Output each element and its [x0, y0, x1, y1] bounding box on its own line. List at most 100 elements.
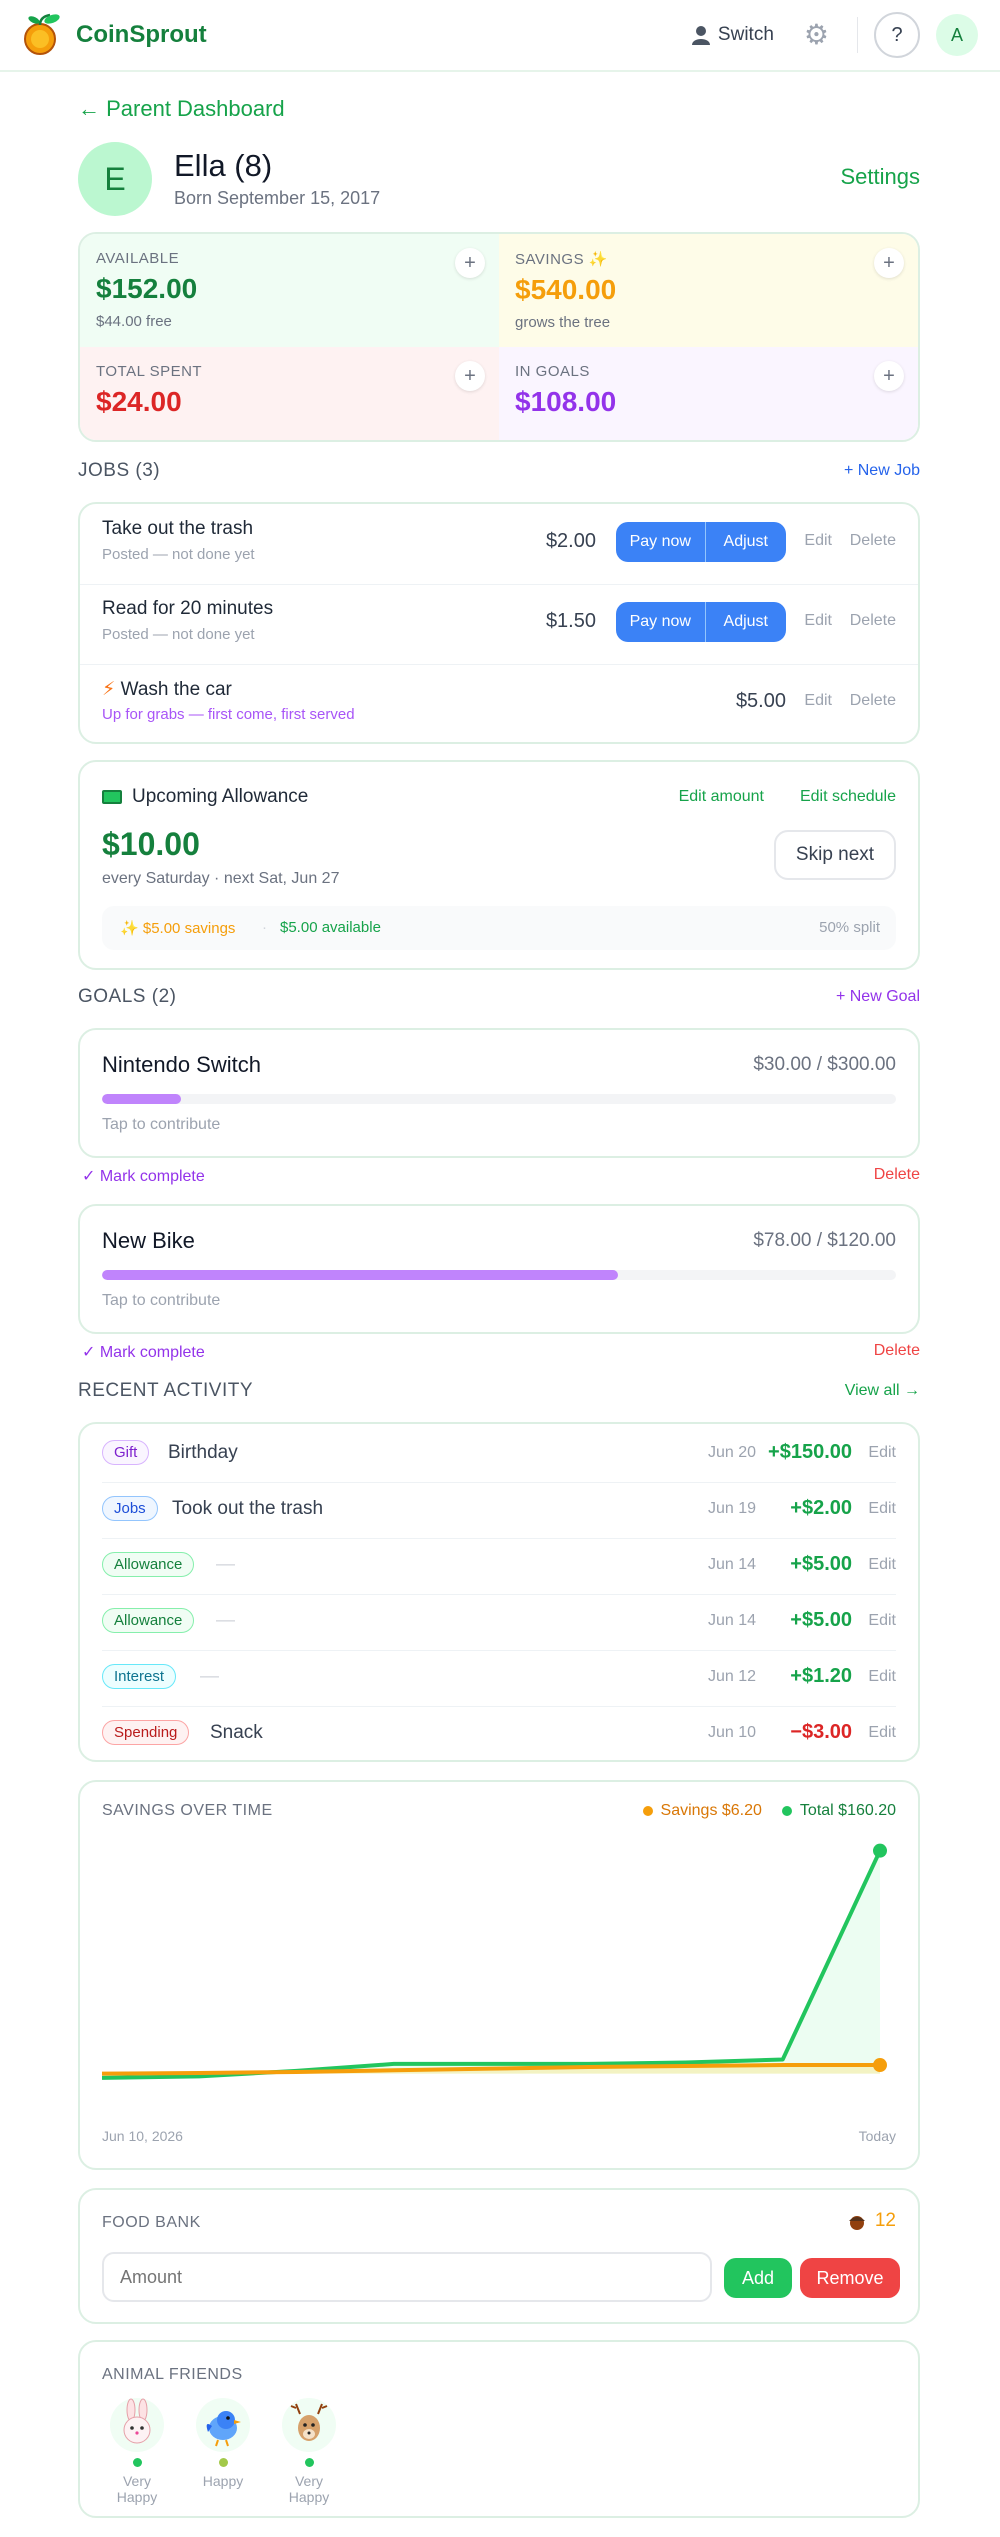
mood-dot: [218, 2458, 228, 2467]
job-status: Posted — not done yet: [102, 626, 255, 643]
mood-dot: [304, 2458, 314, 2467]
acorn-icon: [848, 2216, 865, 2230]
goal-progress-text: $30.00 / $300.00: [753, 1054, 896, 1075]
adjust-button[interactable]: Adjust: [706, 522, 786, 562]
stat-value: $540.00: [515, 274, 617, 305]
total-area: [102, 1850, 880, 2078]
job-item: ⚡ Wash the car Up for grabs — first come…: [102, 664, 896, 744]
animal-friend[interactable]: Very Happy: [102, 2398, 172, 2505]
job-status: Up for grabs — first come, first served: [102, 706, 355, 723]
activity-desc: —: [200, 1666, 219, 1687]
avatar[interactable]: A: [936, 14, 978, 56]
stat-value: $108.00: [515, 386, 617, 417]
animal-friend[interactable]: Very Happy: [274, 2398, 344, 2505]
stat-savings[interactable]: SAVINGS ✨ $540.00 grows the tree +: [499, 234, 918, 347]
new-goal-button[interactable]: + New Goal: [836, 988, 920, 1006]
add-available-button[interactable]: +: [455, 248, 485, 278]
adjust-button[interactable]: Adjust: [706, 602, 786, 642]
stat-sub: $44.00 free: [96, 313, 172, 330]
edit-activity-link[interactable]: Edit: [868, 1668, 896, 1686]
animal-friends-title: ANIMAL FRIENDS: [102, 2366, 243, 2383]
goal-progress-text: $78.00 / $120.00: [753, 1230, 896, 1251]
goals-header: GOALS (2) + New Goal: [78, 986, 920, 1008]
allowance-schedule: every Saturday · next Sat, Jun 27: [102, 870, 340, 887]
bunny-icon: [110, 2398, 164, 2452]
switch-user-button[interactable]: Switch: [691, 24, 774, 46]
activity-row[interactable]: Allowance — Jun 14 +$5.00 Edit: [102, 1538, 896, 1594]
goal-card[interactable]: New Bike $78.00 / $120.00 Tap to contrib…: [78, 1204, 920, 1334]
delete-goal-link[interactable]: Delete: [874, 1342, 920, 1360]
child-profile-header: E Ella (8) Born September 15, 2017 Setti…: [78, 142, 920, 216]
activity-row[interactable]: Spending Snack Jun 10 −$3.00 Edit: [102, 1706, 896, 1762]
activity-row[interactable]: Allowance — Jun 14 +$5.00 Edit: [102, 1594, 896, 1650]
pay-now-button[interactable]: Pay now: [616, 602, 706, 642]
activity-row[interactable]: Gift Birthday Jun 20 +$150.00 Edit: [102, 1426, 896, 1482]
edit-amount-link[interactable]: Edit amount: [679, 788, 764, 806]
edit-activity-link[interactable]: Edit: [868, 1500, 896, 1518]
food-amount-input[interactable]: [102, 2252, 712, 2302]
goal-card[interactable]: Nintendo Switch $30.00 / $300.00 Tap to …: [78, 1028, 920, 1158]
activity-row[interactable]: Jobs Took out the trash Jun 19 +$2.00 Ed…: [102, 1482, 896, 1538]
savings-line-chart: [102, 1843, 887, 2080]
child-birthdate: Born September 15, 2017: [174, 188, 381, 208]
delete-job-link[interactable]: Delete: [850, 692, 896, 710]
add-food-button[interactable]: Add: [724, 2258, 792, 2298]
stat-label: SAVINGS ✨: [515, 251, 608, 268]
edit-job-link[interactable]: Edit: [804, 692, 832, 710]
activity-date: Jun 10: [707, 1724, 756, 1741]
animal-friend[interactable]: Happy: [188, 2398, 258, 2489]
activity-desc: Birthday: [168, 1442, 238, 1463]
activity-amount: +$5.00: [790, 1609, 852, 1631]
delete-goal-link[interactable]: Delete: [874, 1166, 920, 1184]
legend-savings: Savings $6.20: [642, 1802, 762, 1820]
gear-icon[interactable]: ⚙: [804, 21, 829, 49]
delete-job-link[interactable]: Delete: [850, 612, 896, 630]
allowance-amount: $10.00: [102, 826, 200, 862]
edit-activity-link[interactable]: Edit: [868, 1444, 896, 1462]
edit-job-link[interactable]: Edit: [804, 532, 832, 550]
help-button[interactable]: ?: [874, 12, 920, 58]
add-savings-button[interactable]: +: [874, 248, 904, 278]
stat-available[interactable]: AVAILABLE $152.00 $44.00 free +: [80, 234, 499, 347]
back-to-dashboard-link[interactable]: ← Parent Dashboard: [78, 96, 285, 122]
goal-progress-bar: [102, 1270, 896, 1280]
jobs-heading: JOBS (3): [78, 460, 161, 481]
job-amount: $5.00: [735, 690, 786, 712]
edit-activity-link[interactable]: Edit: [868, 1724, 896, 1742]
food-count: 12: [847, 2210, 896, 2232]
pay-now-button[interactable]: Pay now: [616, 522, 706, 562]
goal-progress-fill: [102, 1094, 182, 1104]
goal-hint: Tap to contribute: [102, 1292, 221, 1309]
stat-in-goals[interactable]: IN GOALS $108.00 +: [499, 347, 918, 440]
chart-title: SAVINGS OVER TIME: [102, 1802, 273, 1819]
edit-job-link[interactable]: Edit: [804, 612, 832, 630]
stat-spent[interactable]: TOTAL SPENT $24.00 +: [80, 347, 499, 440]
view-all-link[interactable]: View all →: [845, 1382, 920, 1400]
edit-schedule-link[interactable]: Edit schedule: [800, 788, 896, 806]
activity-amount: +$5.00: [790, 1553, 852, 1575]
new-job-button[interactable]: + New Job: [844, 462, 920, 480]
logo[interactable]: CoinSprout: [22, 13, 207, 57]
edit-activity-link[interactable]: Edit: [868, 1556, 896, 1574]
child-name: Ella (8): [174, 148, 273, 183]
tag-interest: Interest: [102, 1664, 177, 1689]
activity-row[interactable]: Interest — Jun 12 +$1.20 Edit: [102, 1650, 896, 1706]
mark-complete-link[interactable]: ✓ Mark complete: [82, 1342, 205, 1362]
goal-progress-fill: [102, 1270, 619, 1280]
add-spent-button[interactable]: +: [455, 361, 485, 391]
edit-activity-link[interactable]: Edit: [868, 1612, 896, 1630]
deer-icon: [282, 2398, 336, 2452]
animal-status: Happy: [202, 2473, 244, 2489]
legend-label: Savings $6.20: [660, 1802, 762, 1819]
settings-link[interactable]: Settings: [841, 164, 921, 190]
delete-job-link[interactable]: Delete: [850, 532, 896, 550]
job-title: Read for 20 minutes: [102, 598, 274, 619]
tag-jobs: Jobs: [102, 1496, 158, 1521]
food-count-value: 12: [874, 2210, 896, 2231]
mark-complete-link[interactable]: ✓ Mark complete: [82, 1166, 205, 1186]
x-tick-label: Today: [858, 2128, 896, 2144]
skip-next-button[interactable]: Skip next: [774, 830, 896, 880]
remove-food-button[interactable]: Remove: [800, 2258, 900, 2298]
add-goals-button[interactable]: +: [874, 361, 904, 391]
bluebird-icon: [196, 2398, 250, 2452]
